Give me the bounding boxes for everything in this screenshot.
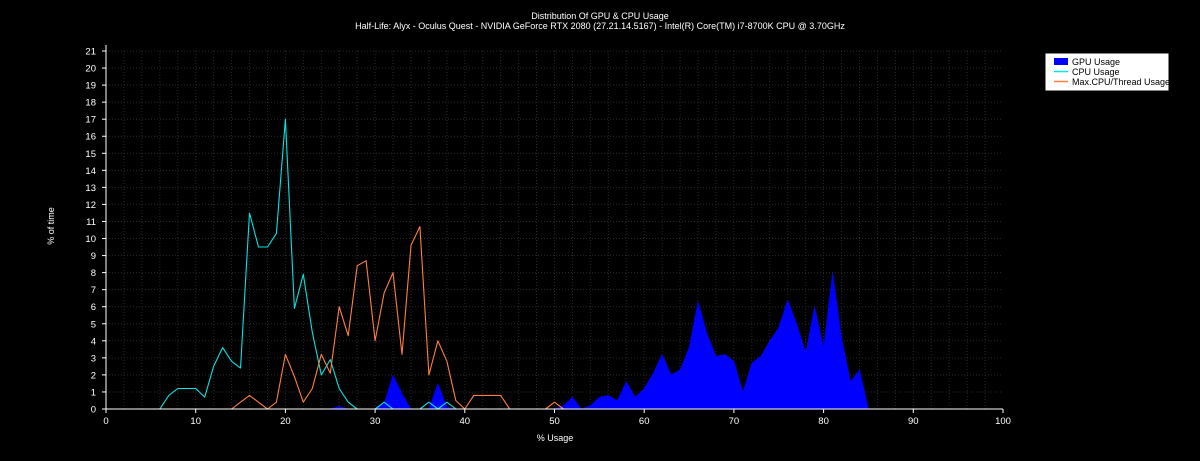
legend: GPU UsageCPU UsageMax.CPU/Thread Usage bbox=[1044, 52, 1170, 92]
axes bbox=[102, 45, 1004, 413]
y-tick-label: 2 bbox=[91, 370, 96, 381]
y-tick-label: 5 bbox=[91, 319, 96, 330]
y-tick-label: 10 bbox=[85, 234, 96, 245]
y-tick-label: 16 bbox=[85, 132, 96, 143]
y-tick-label: 15 bbox=[85, 149, 96, 160]
y-tick-label: 17 bbox=[85, 115, 96, 126]
y-tick-label: 6 bbox=[91, 302, 96, 313]
y-tick-label: 4 bbox=[91, 336, 96, 347]
usage-distribution-chart: Distribution Of GPU & CPU Usage Half-Lif… bbox=[46, 11, 1170, 443]
x-tick-label: 60 bbox=[639, 416, 650, 427]
y-tick-label: 3 bbox=[91, 353, 96, 364]
x-tick-label: 50 bbox=[549, 416, 560, 427]
y-tick-labels: 0123456789101112131415161718192021 bbox=[85, 47, 96, 416]
x-tick-labels: 0 10 20 30 40 50 60 70 80 90 100 bbox=[103, 416, 1011, 427]
x-tick-label: 40 bbox=[460, 416, 471, 427]
legend-swatch-gpu-usage bbox=[1054, 58, 1068, 65]
y-tick-label: 12 bbox=[85, 200, 96, 211]
y-tick-label: 1 bbox=[91, 387, 96, 398]
y-tick-label: 14 bbox=[85, 166, 96, 177]
y-tick-label: 20 bbox=[85, 64, 96, 75]
x-axis-label: % Usage bbox=[537, 433, 574, 443]
x-tick-label: 80 bbox=[818, 416, 829, 427]
y-tick-label: 0 bbox=[91, 405, 96, 416]
x-tick-label: 10 bbox=[190, 416, 201, 427]
y-tick-label: 18 bbox=[85, 98, 96, 109]
chart-subtitle: Half-Life: Alyx - Oculus Quest - NVIDIA … bbox=[355, 21, 845, 31]
y-tick-label: 9 bbox=[91, 251, 96, 262]
x-tick-label: 100 bbox=[995, 416, 1011, 427]
x-tick-label: 70 bbox=[729, 416, 740, 427]
legend-label-cpu-usage: CPU Usage bbox=[1072, 67, 1120, 77]
y-tick-label: 21 bbox=[85, 47, 96, 58]
x-tick-label: 0 bbox=[103, 416, 108, 427]
grid-lines bbox=[106, 50, 1003, 409]
y-axis-label: % of time bbox=[46, 207, 56, 245]
y-tick-label: 8 bbox=[91, 268, 96, 279]
x-tick-label: 30 bbox=[370, 416, 381, 427]
y-tick-label: 13 bbox=[85, 183, 96, 194]
x-tick-label: 20 bbox=[280, 416, 291, 427]
y-tick-label: 7 bbox=[91, 285, 96, 296]
legend-label-gpu-usage: GPU Usage bbox=[1072, 57, 1120, 67]
legend-label-max-cpu-thread-usage: Max.CPU/Thread Usage bbox=[1072, 77, 1170, 87]
chart-title: Distribution Of GPU & CPU Usage bbox=[531, 11, 669, 21]
y-tick-label: 19 bbox=[85, 81, 96, 92]
x-tick-label: 90 bbox=[908, 416, 919, 427]
y-tick-label: 11 bbox=[86, 217, 96, 228]
